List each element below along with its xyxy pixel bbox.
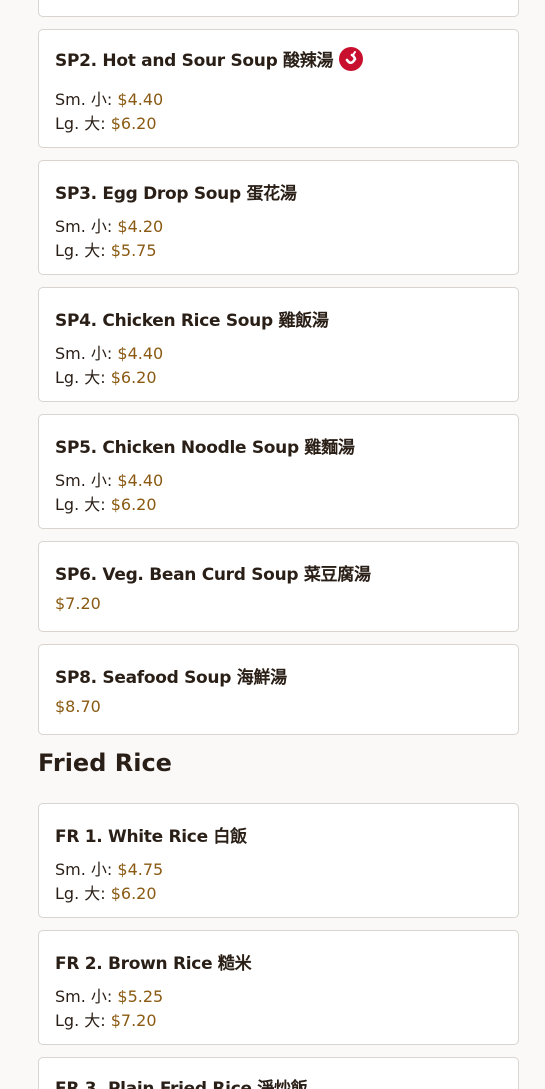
- small-price-line: Sm. 小: $4.20: [55, 213, 163, 237]
- menu-item-card[interactable]: FR 3. Plain Fried Rice 淨炒飯: [38, 1057, 519, 1089]
- large-price: $6.20: [110, 114, 157, 133]
- menu-item-name: SP8. Seafood Soup 海鮮湯: [55, 668, 287, 688]
- menu-item-name: FR 1. White Rice 白飯: [55, 827, 247, 847]
- large-label: Lg. 大:: [55, 114, 106, 133]
- menu-item-card-partial[interactable]: [38, 0, 519, 17]
- small-price-line: Sm. 小: $4.75: [55, 856, 163, 880]
- large-price-line: Lg. 大: $6.20: [55, 880, 157, 904]
- large-label: Lg. 大:: [55, 884, 106, 903]
- large-price-line: Lg. 大: $5.75: [55, 237, 157, 261]
- menu-item-card[interactable]: SP5. Chicken Noodle Soup 雞麵湯 Sm. 小: $4.4…: [38, 414, 519, 529]
- menu-item-name: SP3. Egg Drop Soup 蛋花湯: [55, 184, 297, 204]
- small-price: $4.40: [117, 90, 164, 109]
- spicy-pepper-icon: [339, 47, 364, 71]
- small-label: Sm. 小:: [55, 90, 113, 109]
- large-price: $5.75: [110, 241, 157, 260]
- large-price: $7.20: [110, 1011, 157, 1030]
- small-price: $4.40: [117, 344, 164, 363]
- menu-page: SP2. Hot and Sour Soup 酸辣湯 Sm. 小: $4.40 …: [0, 0, 545, 1089]
- menu-item-card[interactable]: SP4. Chicken Rice Soup 雞飯湯 Sm. 小: $4.40 …: [38, 287, 519, 402]
- large-price: $6.20: [110, 495, 157, 514]
- price-line: $7.20: [55, 594, 101, 613]
- small-price: $4.20: [117, 217, 164, 236]
- small-label: Sm. 小:: [55, 987, 113, 1006]
- section-title-fried-rice: Fried Rice: [38, 749, 172, 777]
- menu-item-card[interactable]: SP8. Seafood Soup 海鮮湯 $8.70: [38, 644, 519, 735]
- menu-item-name: SP5. Chicken Noodle Soup 雞麵湯: [55, 438, 355, 458]
- large-price-line: Lg. 大: $6.20: [55, 110, 157, 134]
- menu-item-name: SP2. Hot and Sour Soup 酸辣湯: [55, 46, 364, 73]
- menu-item-card[interactable]: SP3. Egg Drop Soup 蛋花湯 Sm. 小: $4.20 Lg. …: [38, 160, 519, 275]
- large-label: Lg. 大:: [55, 368, 106, 387]
- large-price-line: Lg. 大: $6.20: [55, 364, 157, 388]
- menu-item-card[interactable]: FR 1. White Rice 白飯 Sm. 小: $4.75 Lg. 大: …: [38, 803, 519, 918]
- small-price-line: Sm. 小: $4.40: [55, 340, 163, 364]
- small-label: Sm. 小:: [55, 344, 113, 363]
- small-label: Sm. 小:: [55, 860, 113, 879]
- price: $8.70: [55, 697, 101, 716]
- small-label: Sm. 小:: [55, 471, 113, 490]
- menu-item-name: SP4. Chicken Rice Soup 雞飯湯: [55, 311, 329, 331]
- large-price: $6.20: [110, 368, 157, 387]
- large-price-line: Lg. 大: $6.20: [55, 491, 157, 515]
- small-price-line: Sm. 小: $5.25: [55, 983, 163, 1007]
- small-price-line: Sm. 小: $4.40: [55, 86, 163, 110]
- large-label: Lg. 大:: [55, 1011, 106, 1030]
- small-price: $4.40: [117, 471, 164, 490]
- menu-item-name: FR 3. Plain Fried Rice 淨炒飯: [55, 1079, 308, 1089]
- menu-item-name: FR 2. Brown Rice 糙米: [55, 954, 252, 974]
- large-label: Lg. 大:: [55, 241, 106, 260]
- large-label: Lg. 大:: [55, 495, 106, 514]
- menu-item-card[interactable]: SP2. Hot and Sour Soup 酸辣湯 Sm. 小: $4.40 …: [38, 29, 519, 148]
- small-label: Sm. 小:: [55, 217, 113, 236]
- menu-item-card[interactable]: FR 2. Brown Rice 糙米 Sm. 小: $5.25 Lg. 大: …: [38, 930, 519, 1045]
- small-price-line: Sm. 小: $4.40: [55, 467, 163, 491]
- large-price-line: Lg. 大: $7.20: [55, 1007, 157, 1031]
- small-price: $4.75: [117, 860, 164, 879]
- menu-item-card[interactable]: SP6. Veg. Bean Curd Soup 菜豆腐湯 $7.20: [38, 541, 519, 632]
- menu-item-name: SP6. Veg. Bean Curd Soup 菜豆腐湯: [55, 565, 371, 585]
- menu-item-name-text: SP2. Hot and Sour Soup 酸辣湯: [55, 51, 334, 71]
- price: $7.20: [55, 594, 101, 613]
- large-price: $6.20: [110, 884, 157, 903]
- small-price: $5.25: [117, 987, 164, 1006]
- price-line: $8.70: [55, 697, 101, 716]
